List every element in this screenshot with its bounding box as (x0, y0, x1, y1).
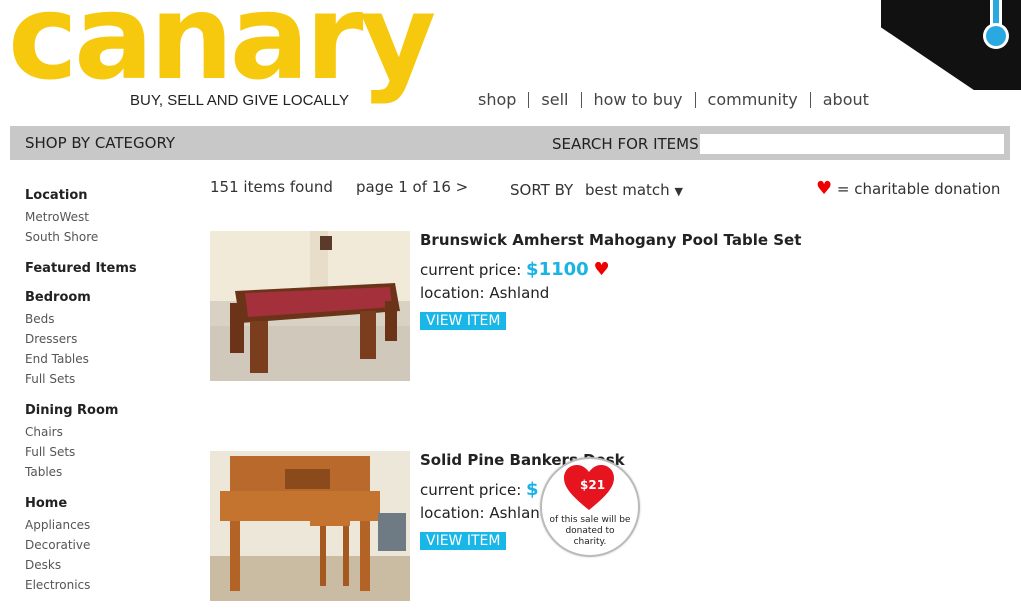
price-value: $ (526, 479, 539, 500)
sidebar-link[interactable]: Full Sets (25, 369, 195, 389)
sidebar-heading[interactable]: Home (25, 496, 195, 511)
pine-desk-image[interactable] (210, 451, 410, 601)
shop-by-category[interactable]: SHOP BY CATEGORY (25, 134, 175, 152)
sidebar-link[interactable]: Beds (25, 309, 195, 329)
sidebar-group-dining: Dining Room Chairs Full Sets Tables (25, 403, 195, 482)
pagination[interactable]: page 1 of 16 > (356, 178, 468, 196)
sidebar-link[interactable]: Appliances (25, 515, 195, 535)
corner-ribbon (881, 0, 1021, 90)
sidebar-group-home: Home Appliances Decorative Desks Electro… (25, 496, 195, 595)
sidebar-heading[interactable]: Dining Room (25, 403, 195, 418)
search-label: SEARCH FOR ITEMS (552, 135, 699, 153)
heart-icon: ♥ (816, 178, 833, 199)
thermometer-icon[interactable] (979, 0, 1013, 52)
sort-label: SORT BY (510, 181, 574, 199)
nav-sell[interactable]: sell (529, 90, 580, 109)
pool-table-image[interactable] (210, 231, 410, 381)
donation-text: of this sale will be donated to charity. (549, 515, 631, 547)
sidebar-group-bedroom: Bedroom Beds Dressers End Tables Full Se… (25, 290, 195, 389)
listing-info: Brunswick Amherst Mahogany Pool Table Se… (420, 231, 801, 330)
sidebar-link[interactable]: MetroWest (25, 207, 195, 227)
price-label: current price: (420, 481, 522, 499)
sort-dropdown[interactable]: best match ▼ (585, 181, 683, 199)
nav-shop[interactable]: shop (466, 90, 528, 109)
view-item-button[interactable]: VIEW ITEM (420, 312, 507, 330)
price-label: current price: (420, 261, 522, 279)
charity-legend: ♥ = charitable donation (816, 178, 1001, 199)
sidebar-heading[interactable]: Featured Items (25, 261, 195, 276)
sidebar-link[interactable]: Tables (25, 462, 195, 482)
location-line: location: Ashland (420, 284, 550, 302)
sidebar-link[interactable]: South Shore (25, 227, 195, 247)
sidebar-link[interactable]: Full Sets (25, 442, 195, 462)
price-value: $1100 (526, 259, 589, 280)
caret-down-icon: ▼ (674, 185, 683, 198)
sidebar-heading[interactable]: Location (25, 188, 195, 203)
sidebar-link[interactable]: End Tables (25, 349, 195, 369)
donation-badge: $21 of this sale will be donated to char… (540, 457, 640, 557)
price-line: current price: $1100 ♥ (420, 259, 801, 280)
sidebar-group-featured: Featured Items (25, 261, 195, 276)
sort-value: best match (585, 181, 670, 199)
sidebar-link[interactable]: Desks (25, 555, 195, 575)
listing-title[interactable]: Brunswick Amherst Mahogany Pool Table Se… (420, 231, 801, 249)
nav-about[interactable]: about (811, 90, 881, 109)
sidebar-link[interactable]: Decorative (25, 535, 195, 555)
category-bar: SHOP BY CATEGORY SEARCH FOR ITEMS (10, 126, 1010, 160)
listing-card: Brunswick Amherst Mahogany Pool Table Se… (210, 231, 1000, 383)
nav-community[interactable]: community (696, 90, 810, 109)
sidebar-group-location: Location MetroWest South Shore (25, 188, 195, 247)
view-item-button[interactable]: VIEW ITEM (420, 532, 507, 550)
nav-how-to-buy[interactable]: how to buy (582, 90, 695, 109)
sidebar-heading[interactable]: Bedroom (25, 290, 195, 305)
canary-logo[interactable]: canary (8, 0, 436, 96)
heart-icon[interactable]: ♥ (593, 259, 609, 280)
sidebar: Location MetroWest South Shore Featured … (25, 188, 195, 609)
top-nav: shop sell how to buy community about (466, 90, 881, 109)
tagline: BUY, SELL AND GIVE LOCALLY (130, 92, 349, 109)
search-input[interactable] (700, 134, 1004, 154)
sidebar-link[interactable]: Dressers (25, 329, 195, 349)
sidebar-link[interactable]: Chairs (25, 422, 195, 442)
donation-amount: $21 (580, 478, 606, 492)
items-found: 151 items found (210, 178, 333, 196)
charity-note: = charitable donation (836, 180, 1001, 198)
sidebar-link[interactable]: Electronics (25, 575, 195, 595)
